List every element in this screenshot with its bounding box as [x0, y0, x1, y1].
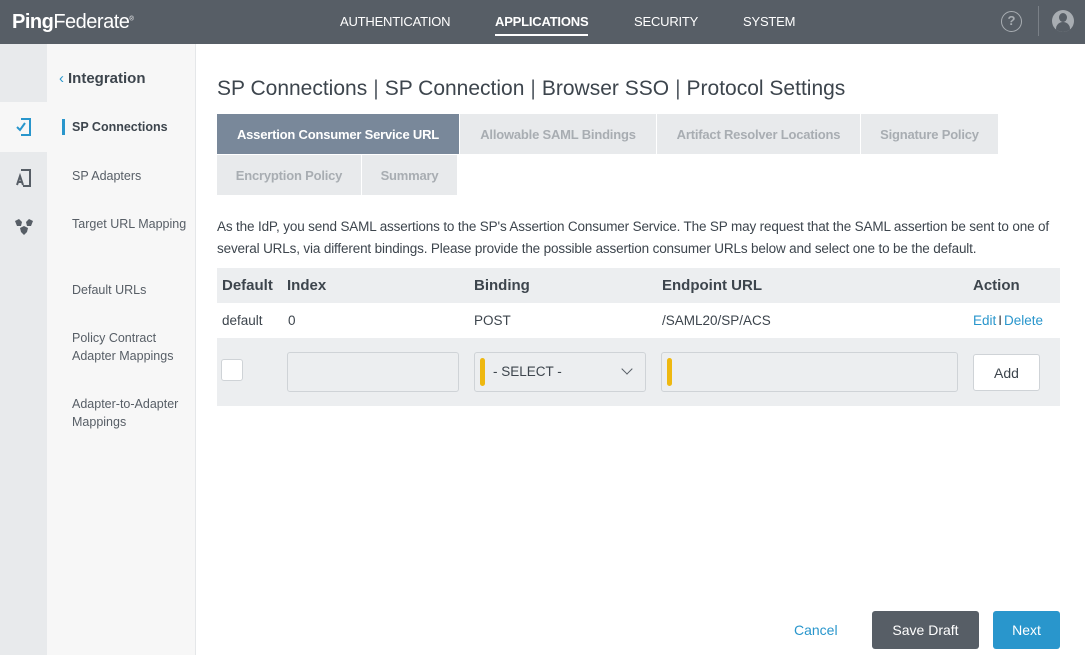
- delete-link[interactable]: Delete: [1004, 313, 1043, 328]
- table-header: Default Index Binding Endpoint URL Actio…: [217, 268, 1060, 303]
- icon-rail: [0, 44, 47, 655]
- next-button[interactable]: Next: [993, 611, 1060, 649]
- logo-light-text: Federate: [53, 11, 130, 33]
- sub-nav: ‹ Integration SP Connections SP Adapters …: [47, 44, 196, 655]
- rail-item-sp-adapters[interactable]: [0, 153, 47, 203]
- cell-actions: Edit I Delete: [973, 313, 1043, 328]
- breadcrumb-protocol-settings: Protocol Settings: [686, 77, 846, 100]
- pingfederate-logo[interactable]: PingFederate®: [12, 11, 134, 34]
- binding-select-value: - SELECT -: [493, 364, 562, 379]
- action-separator: I: [998, 313, 1003, 328]
- target-mapping-icon: [14, 219, 33, 235]
- subnav-item-sp-connections[interactable]: SP Connections: [62, 118, 192, 136]
- logo-bold-text: Ping: [12, 11, 54, 33]
- default-checkbox[interactable]: [221, 359, 243, 381]
- required-marker: [667, 358, 672, 386]
- required-marker: [480, 358, 485, 386]
- add-button[interactable]: Add: [973, 354, 1040, 391]
- tab-summary[interactable]: Summary: [362, 155, 457, 195]
- description-text: As the IdP, you send SAML assertions to …: [217, 219, 1049, 256]
- breadcrumb-sp-connection: SP Connection: [384, 77, 525, 100]
- breadcrumb-separator: |: [373, 77, 379, 100]
- tab-signature-policy[interactable]: Signature Policy: [861, 114, 998, 154]
- tab-allowable-saml-bindings[interactable]: Allowable SAML Bindings: [460, 114, 656, 154]
- subnav-item-target-url-mapping[interactable]: Target URL Mapping: [72, 215, 192, 233]
- column-endpoint-url: Endpoint URL: [662, 277, 762, 294]
- cell-default: default: [222, 313, 263, 328]
- page-title-breadcrumb: SP Connections | SP Connection | Browser SSO…: [217, 77, 845, 101]
- save-draft-button[interactable]: Save Draft: [872, 611, 979, 649]
- column-index: Index: [287, 277, 327, 294]
- add-row: - SELECT - Add: [217, 338, 1060, 406]
- top-bar: PingFederate® AUTHENTICATION APPLICATION…: [0, 0, 1085, 44]
- subnav-item-adapter-to-adapter-mappings[interactable]: Adapter-to-Adapter Mappings: [72, 395, 192, 431]
- cell-binding: POST: [474, 313, 511, 328]
- column-action: Action: [973, 277, 1020, 294]
- subnav-item-sp-adapters[interactable]: SP Adapters: [72, 167, 192, 185]
- nav-applications[interactable]: APPLICATIONS: [495, 14, 589, 36]
- nav-system[interactable]: SYSTEM: [743, 14, 795, 29]
- cell-endpoint-url: /SAML20/SP/ACS: [662, 313, 771, 328]
- back-label: Integration: [68, 70, 146, 87]
- user-icon[interactable]: [1052, 10, 1074, 32]
- chevron-left-icon: ‹: [59, 70, 64, 87]
- edit-link[interactable]: Edit: [973, 313, 996, 328]
- column-default: Default: [222, 277, 273, 294]
- sp-adapters-icon: [15, 169, 31, 187]
- nav-authentication[interactable]: AUTHENTICATION: [340, 14, 451, 29]
- index-input[interactable]: [287, 352, 459, 392]
- subnav-item-default-urls[interactable]: Default URLs: [72, 281, 192, 299]
- user-icon-body: [1056, 22, 1070, 32]
- back-to-integration[interactable]: ‹ Integration: [59, 70, 146, 87]
- topbar-divider: [1038, 6, 1039, 36]
- nav-security[interactable]: SECURITY: [634, 14, 698, 29]
- breadcrumb-separator: |: [675, 77, 681, 100]
- table-row: default 0 POST /SAML20/SP/ACS Edit I Delet…: [217, 303, 1060, 338]
- rail-item-sp-connections[interactable]: [0, 102, 47, 152]
- user-icon-head: [1059, 13, 1067, 22]
- subnav-item-policy-contract-adapter-mappings[interactable]: Policy Contract Adapter Mappings: [72, 329, 192, 365]
- binding-select[interactable]: - SELECT -: [474, 352, 646, 392]
- rail-item-target-mapping[interactable]: [0, 202, 47, 252]
- breadcrumb-separator: |: [530, 77, 536, 100]
- breadcrumb-browser-sso: Browser SSO: [541, 77, 670, 100]
- cancel-button[interactable]: Cancel: [794, 622, 838, 638]
- logo-registered-mark: ®: [129, 16, 134, 23]
- chevron-down-icon: [621, 363, 633, 375]
- endpoint-url-input[interactable]: [661, 352, 958, 392]
- breadcrumb-sp-connections: SP Connections: [217, 77, 368, 100]
- sp-connections-icon: [15, 118, 31, 136]
- help-icon[interactable]: ?: [1001, 11, 1022, 32]
- cell-index: 0: [288, 313, 296, 328]
- tab-artifact-resolver-locations[interactable]: Artifact Resolver Locations: [657, 114, 860, 154]
- tab-assertion-consumer-service-url[interactable]: Assertion Consumer Service URL: [217, 114, 459, 154]
- tab-encryption-policy[interactable]: Encryption Policy: [217, 155, 361, 195]
- column-binding: Binding: [474, 277, 530, 294]
